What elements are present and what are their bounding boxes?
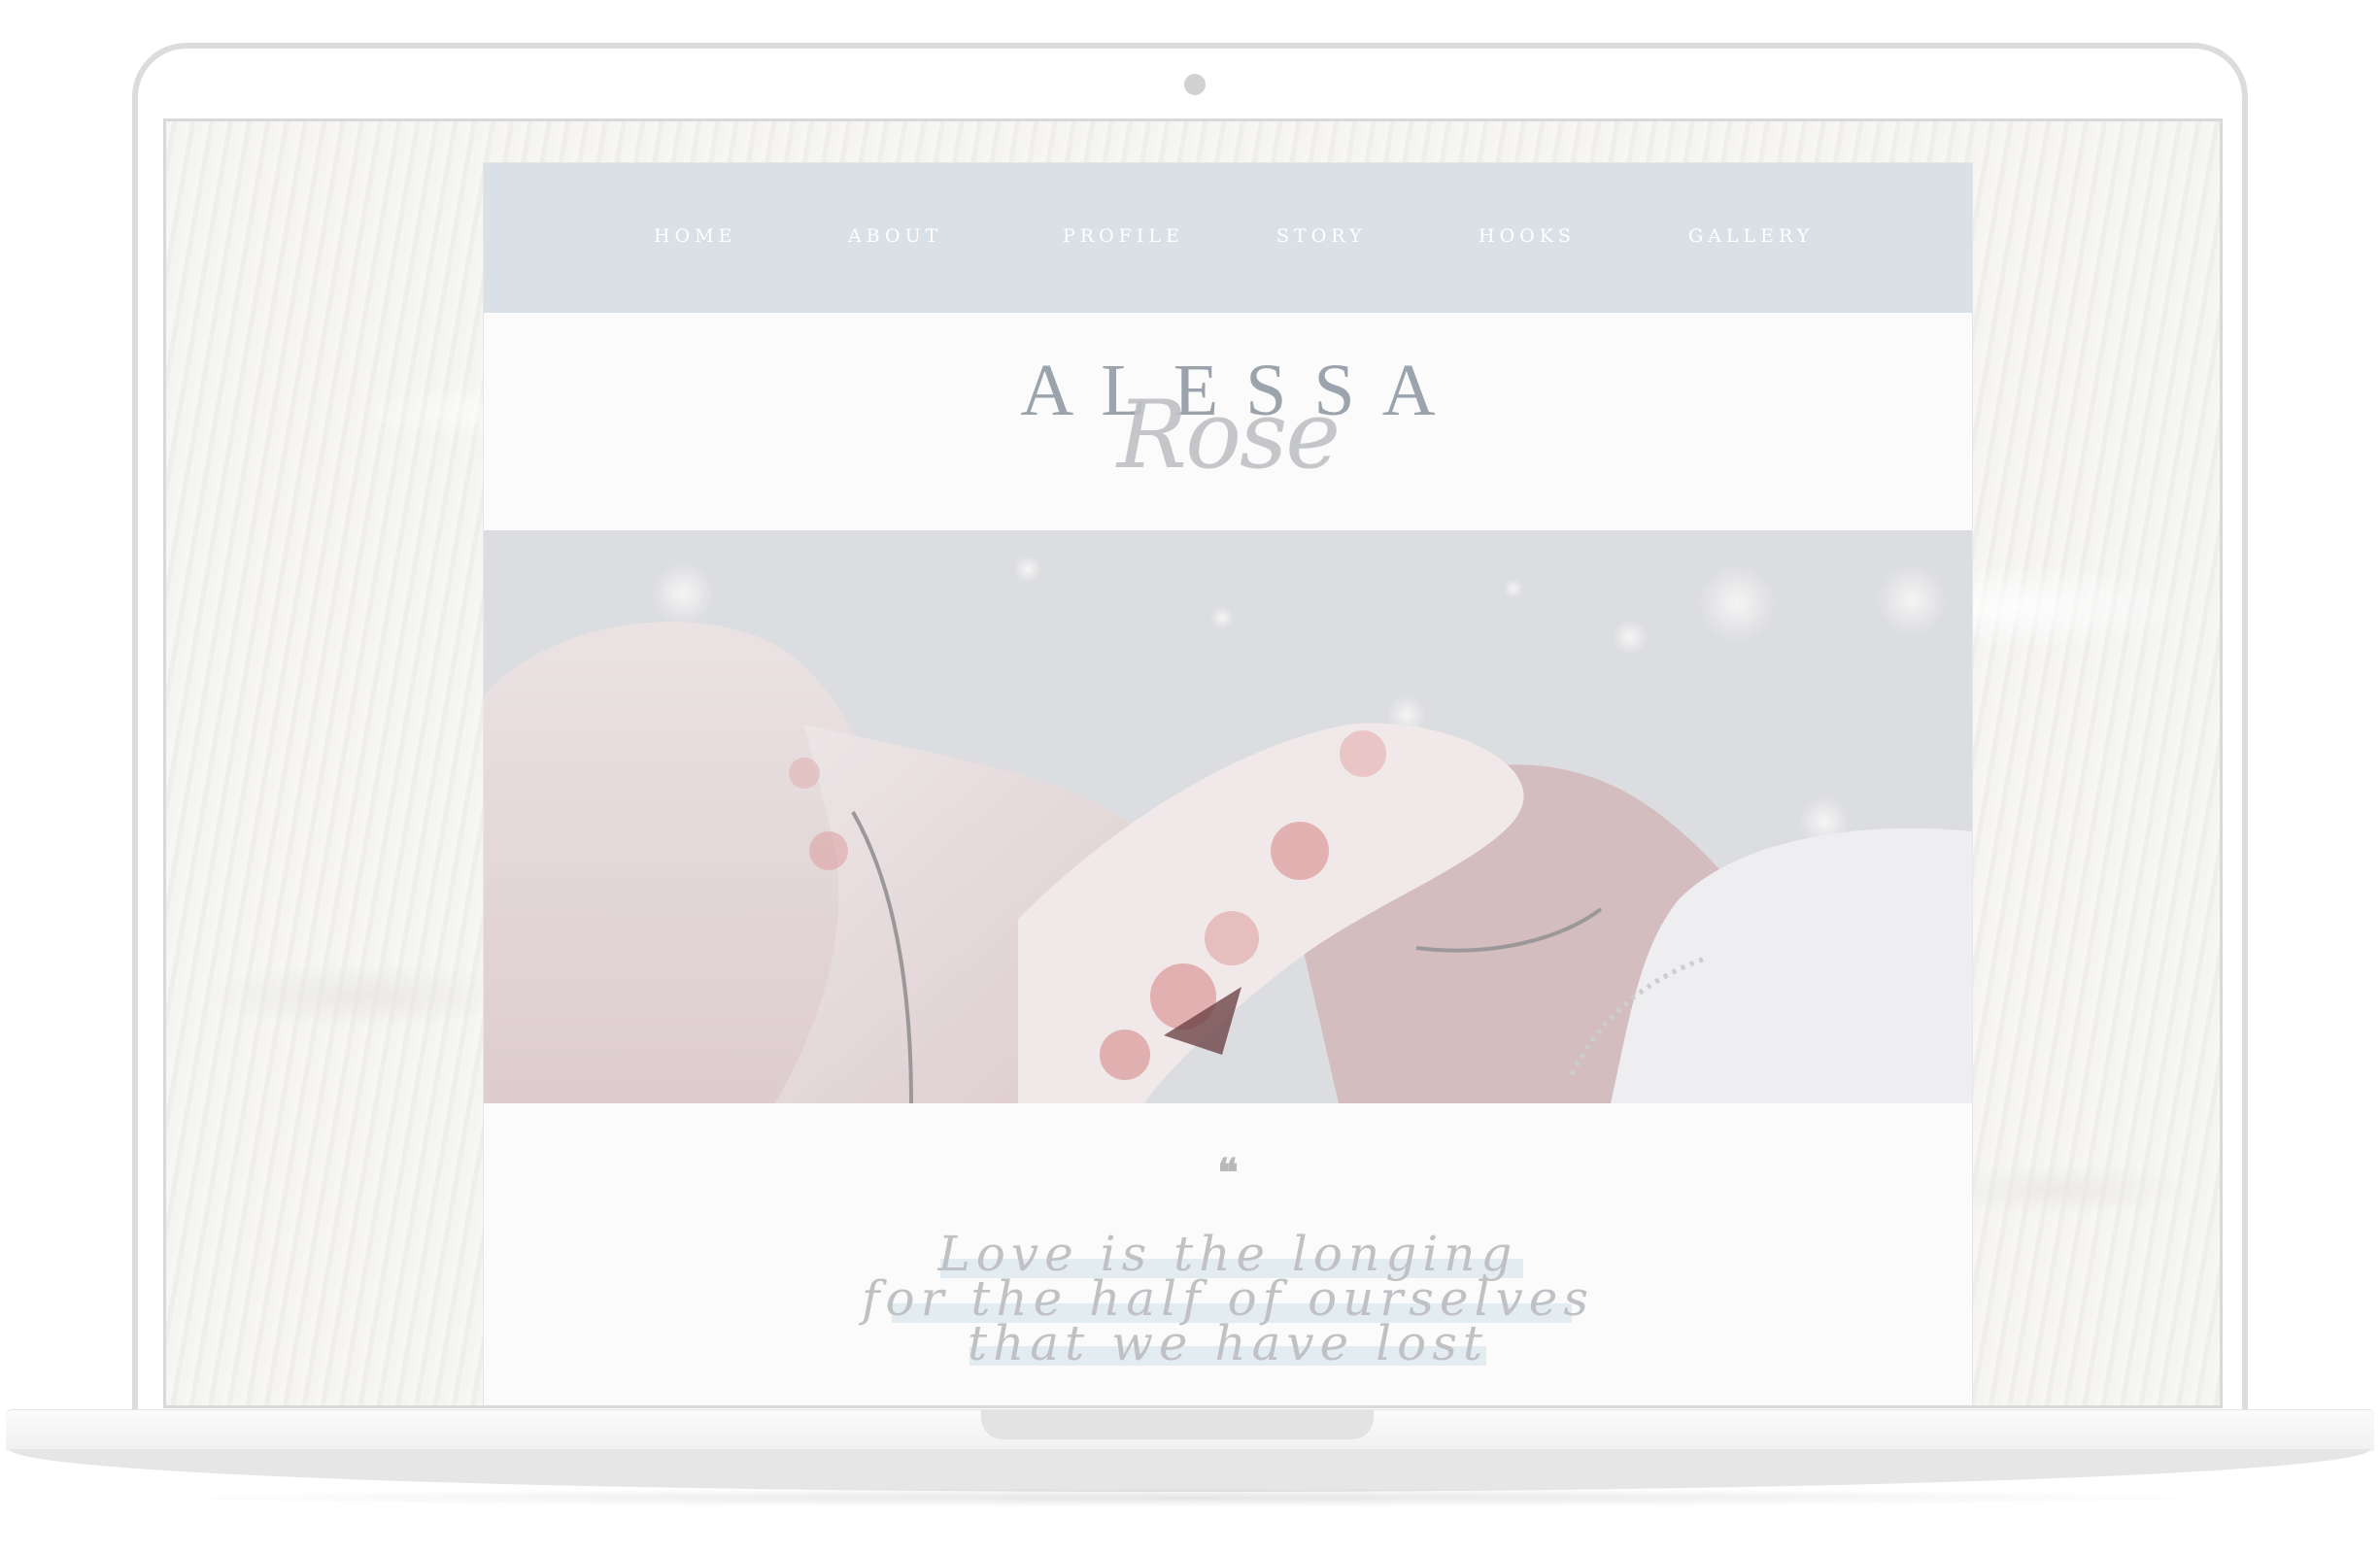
laptop-screen: HOME ABOUT PROFILE STORY HOOKS GALLERY A… [163,118,2223,1408]
camera-icon [1184,74,1206,95]
site-logo-script: Rose [1116,381,1341,490]
nav-item-hooks[interactable]: HOOKS [1479,225,1576,247]
quote-line-3: that we have lost [968,1315,1488,1371]
nav-item-profile[interactable]: PROFILE [1063,225,1184,247]
main-navigation: HOME ABOUT PROFILE STORY HOOKS GALLERY [484,163,1972,313]
nav-item-home[interactable]: HOME [654,225,736,247]
laptop-notch [981,1410,1374,1439]
nav-item-about[interactable]: ABOUT [848,225,942,247]
laptop-shadow [126,1488,2254,1507]
quote-icon: ❝ [1217,1150,1239,1196]
hero-illustration [484,530,1972,1103]
hero-image [484,530,1972,1103]
nav-item-gallery[interactable]: GALLERY [1688,225,1814,247]
laptop-mockup: HOME ABOUT PROFILE STORY HOOKS GALLERY A… [0,0,2380,1554]
laptop-base-bottom [10,1449,2370,1492]
website-page: HOME ABOUT PROFILE STORY HOOKS GALLERY A… [484,163,1972,1405]
nav-item-story[interactable]: STORY [1276,225,1367,247]
